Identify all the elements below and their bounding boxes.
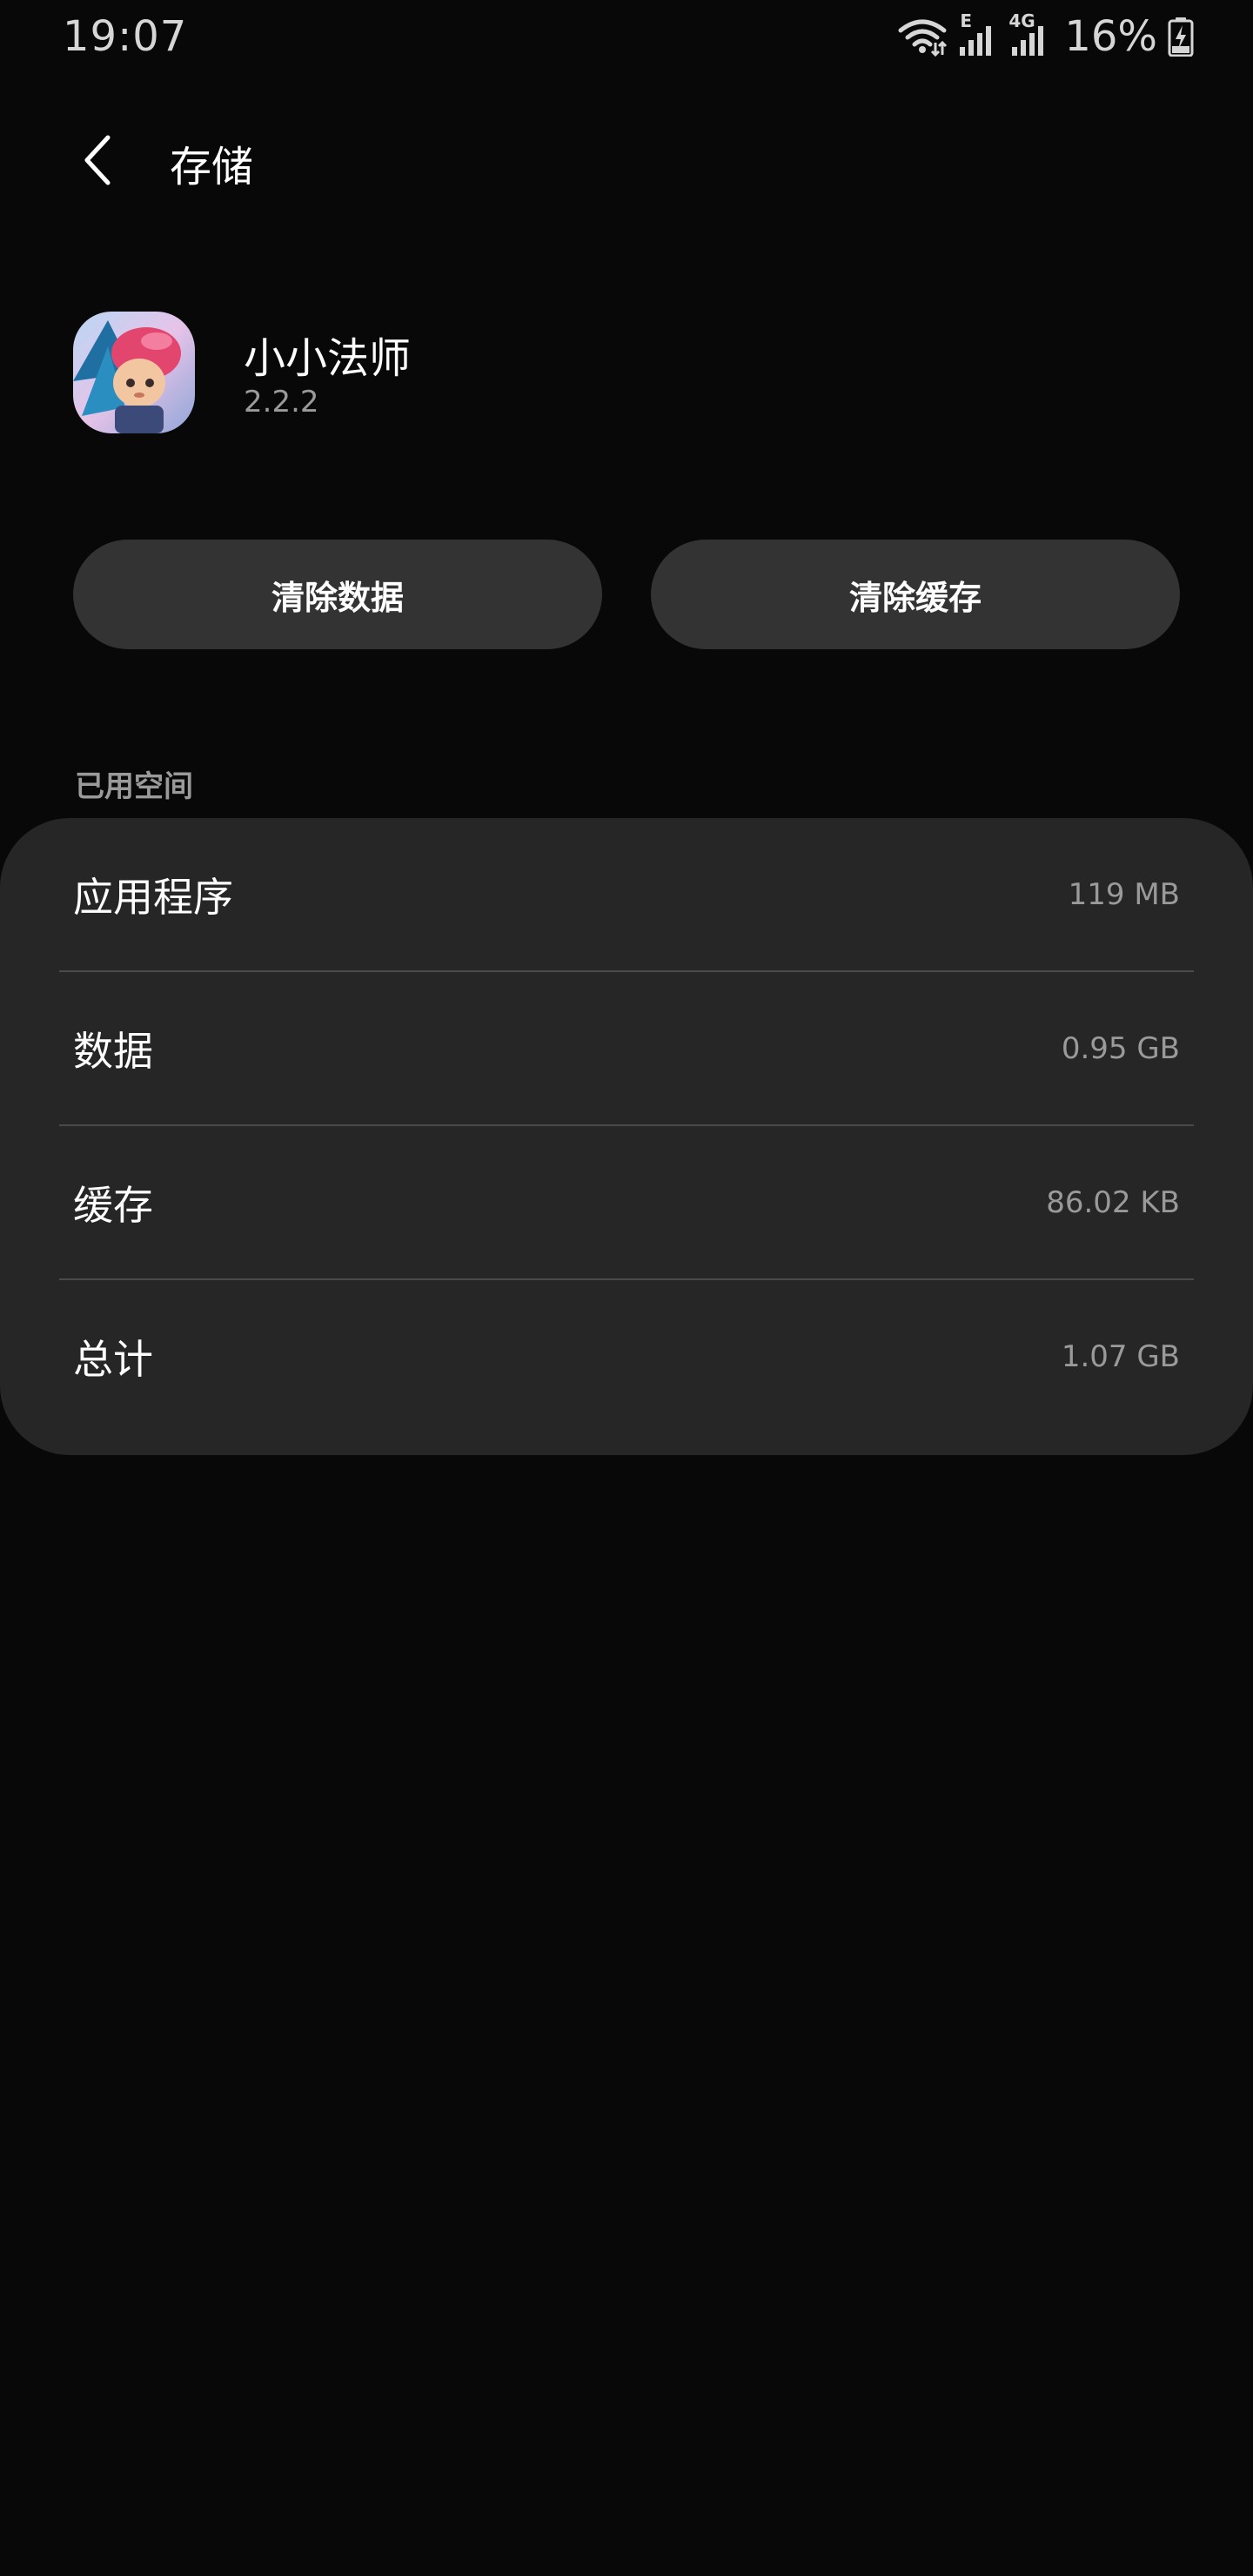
row-value: 1.07 GB: [1061, 1339, 1180, 1374]
page-title: 存储: [170, 143, 254, 191]
status-bar: 19:07 E 4G 16%: [0, 0, 1253, 73]
clear-data-button[interactable]: 清除数据: [73, 540, 602, 649]
chevron-left-icon: [80, 134, 115, 190]
storage-row-total: 总计 1.07 GB: [0, 1280, 1253, 1433]
row-label: 缓存: [73, 1182, 153, 1229]
back-button[interactable]: [64, 129, 131, 195]
row-value: 0.95 GB: [1061, 1031, 1180, 1066]
app-version: 2.2.2: [244, 385, 319, 419]
row-value: 86.02 KB: [1046, 1185, 1180, 1220]
clear-cache-button[interactable]: 清除缓存: [651, 540, 1180, 649]
app-info: 小小法师 2.2.2: [73, 312, 1204, 439]
signal-4g-icon: 4G: [1008, 10, 1049, 57]
app-name: 小小法师: [244, 334, 412, 383]
storage-row-app: 应用程序 119 MB: [0, 818, 1253, 971]
status-icons: E 4G 16%: [897, 10, 1194, 61]
signal-e-icon: E: [958, 10, 998, 57]
app-bar: 存储: [0, 113, 1253, 209]
row-label: 总计: [73, 1336, 153, 1383]
wifi-icon: [897, 17, 948, 57]
storage-row-data: 数据 0.95 GB: [0, 972, 1253, 1125]
battery-percentage: 16%: [1064, 12, 1157, 61]
app-icon: [73, 312, 195, 433]
status-time: 19:07: [63, 12, 188, 61]
storage-card: 应用程序 119 MB 数据 0.95 GB 缓存 86.02 KB 总计 1.…: [0, 818, 1253, 1455]
used-space-label: 已用空间: [75, 769, 193, 804]
storage-row-cache: 缓存 86.02 KB: [0, 1126, 1253, 1279]
battery-charging-icon: [1168, 17, 1194, 57]
row-value: 119 MB: [1068, 877, 1180, 912]
row-label: 应用程序: [73, 874, 233, 921]
row-label: 数据: [73, 1028, 153, 1075]
